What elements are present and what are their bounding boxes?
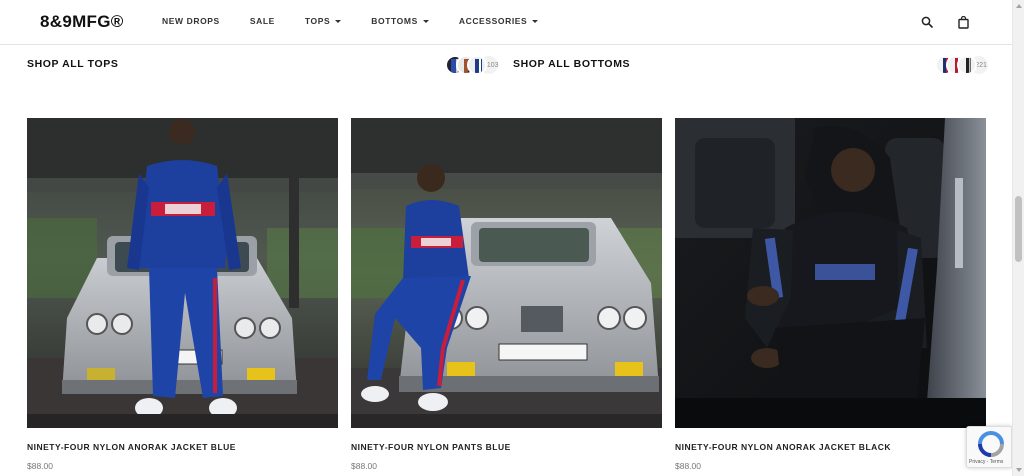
site-header: 8&9MFG® NEW DROPS SALE TOPS BOTTOMS ACCE… — [0, 0, 1012, 45]
shopping-bag-icon[interactable] — [954, 13, 972, 31]
main-nav: NEW DROPS SALE TOPS BOTTOMS ACCESSORIES — [162, 16, 568, 26]
swatch — [957, 55, 977, 75]
product-image[interactable] — [351, 118, 662, 428]
product-image[interactable] — [675, 118, 986, 428]
product-card: NINETY-FOUR NYLON ANORAK JACKET BLACK $8… — [675, 118, 986, 471]
nav-label: TOPS — [304, 16, 331, 26]
shop-all-bottoms-link[interactable]: SHOP ALL BOTTOMS — [513, 58, 630, 70]
product-title[interactable]: NINETY-FOUR NYLON ANORAK JACKET BLACK — [675, 442, 986, 452]
product-card: NINETY-FOUR NYLON ANORAK JACKET BLUE $88… — [27, 118, 338, 471]
bottoms-swatches[interactable]: +221 — [935, 54, 990, 76]
product-price: $88.00 — [351, 461, 377, 471]
recaptcha-terms: Privacy - Terms — [969, 459, 1004, 465]
header-actions — [918, 13, 972, 31]
search-icon[interactable] — [918, 13, 936, 31]
nav-bottoms[interactable]: BOTTOMS — [371, 16, 429, 26]
page-scrollbar[interactable] — [1012, 0, 1024, 476]
nav-sale[interactable]: SALE — [250, 16, 275, 26]
scroll-down-arrow-icon[interactable] — [1016, 468, 1022, 472]
product-image[interactable] — [27, 118, 338, 428]
tops-swatches[interactable]: +1103 — [445, 54, 500, 76]
product-title[interactable]: NINETY-FOUR NYLON PANTS BLUE — [351, 442, 662, 452]
swatch — [467, 55, 487, 75]
nav-new-drops[interactable]: NEW DROPS — [162, 16, 220, 26]
site-logo[interactable]: 8&9MFG® — [40, 12, 124, 32]
scroll-up-arrow-icon[interactable] — [1016, 4, 1022, 8]
scroll-thumb[interactable] — [1015, 196, 1022, 262]
nav-tops[interactable]: TOPS — [304, 16, 342, 26]
chevron-down-icon — [335, 19, 342, 23]
chevron-down-icon — [422, 19, 429, 23]
shop-all-tops-link[interactable]: SHOP ALL TOPS — [27, 58, 118, 70]
nav-label: ACCESSORIES — [458, 16, 528, 26]
nav-label: SALE — [249, 16, 275, 26]
nav-accessories[interactable]: ACCESSORIES — [458, 16, 539, 26]
product-title[interactable]: NINETY-FOUR NYLON ANORAK JACKET BLUE — [27, 442, 338, 452]
product-price: $88.00 — [27, 461, 53, 471]
recaptcha-icon — [978, 431, 1004, 457]
chevron-down-icon — [532, 19, 539, 23]
recaptcha-badge[interactable]: Privacy - Terms — [966, 426, 1012, 468]
product-card: NINETY-FOUR NYLON PANTS BLUE $88.00 — [351, 118, 662, 471]
nav-label: BOTTOMS — [371, 16, 418, 26]
nav-label: NEW DROPS — [162, 16, 220, 26]
product-price: $88.00 — [675, 461, 701, 471]
